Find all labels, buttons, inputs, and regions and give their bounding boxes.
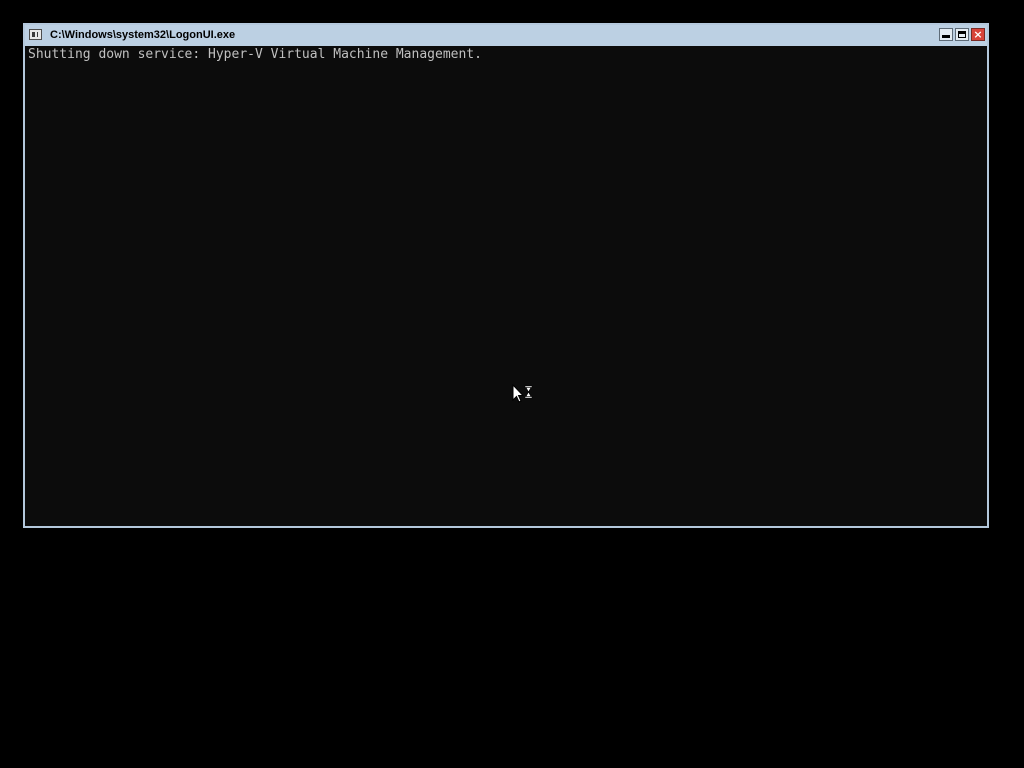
minimize-icon bbox=[942, 35, 950, 38]
window-title: C:\Windows\system32\LogonUI.exe bbox=[50, 29, 236, 41]
console-output[interactable]: Shutting down service: Hyper-V Virtual M… bbox=[25, 46, 987, 526]
desktop: C:\Windows\system32\LogonUI.exe × Shutti… bbox=[0, 0, 1024, 768]
maximize-button[interactable] bbox=[955, 28, 969, 41]
minimize-button[interactable] bbox=[939, 28, 953, 41]
console-window: C:\Windows\system32\LogonUI.exe × Shutti… bbox=[23, 23, 989, 528]
close-icon: × bbox=[973, 28, 983, 41]
maximize-icon bbox=[958, 31, 966, 38]
close-button[interactable]: × bbox=[971, 28, 985, 41]
console-app-icon[interactable] bbox=[29, 29, 42, 40]
title-bar[interactable]: C:\Windows\system32\LogonUI.exe × bbox=[25, 25, 987, 46]
busy-pointer-icon bbox=[512, 384, 533, 403]
console-line: Shutting down service: Hyper-V Virtual M… bbox=[28, 47, 482, 62]
